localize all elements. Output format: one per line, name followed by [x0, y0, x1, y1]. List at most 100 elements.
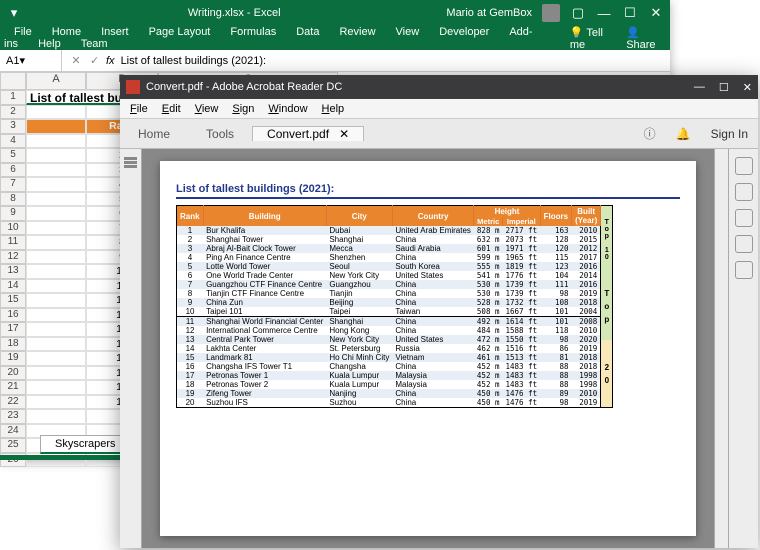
- menu-file[interactable]: File: [124, 103, 154, 115]
- minimize-icon[interactable]: —: [596, 6, 612, 21]
- tool-icon[interactable]: [735, 183, 753, 201]
- share-button[interactable]: 👤 Share: [626, 26, 666, 51]
- cell[interactable]: [26, 380, 86, 395]
- sign-in-button[interactable]: Sign In: [701, 127, 758, 141]
- row-header[interactable]: 4: [0, 134, 26, 149]
- acrobat-scrollbar[interactable]: [714, 149, 728, 548]
- table-row: 9China ZunBeijingChina528 m1732 ft108201…: [177, 298, 601, 307]
- row-header[interactable]: 23: [0, 409, 26, 424]
- ribbon-tab-page-layout[interactable]: Page Layout: [139, 23, 221, 41]
- cell: Suzhou: [326, 398, 392, 408]
- row-header[interactable]: 17: [0, 322, 26, 337]
- tool-icon[interactable]: [735, 235, 753, 253]
- cell[interactable]: [26, 148, 86, 163]
- row-header[interactable]: 10: [0, 221, 26, 236]
- excel-menu-icon[interactable]: ▾: [6, 5, 22, 21]
- row-header[interactable]: 9: [0, 206, 26, 221]
- cell: Shanghai: [326, 235, 392, 244]
- cell[interactable]: [26, 250, 86, 265]
- row-header[interactable]: 21: [0, 380, 26, 395]
- cell[interactable]: [26, 308, 86, 323]
- close-icon[interactable]: ✕: [743, 81, 752, 94]
- row-header[interactable]: 25: [0, 438, 26, 453]
- cell[interactable]: [26, 293, 86, 308]
- ribbon-tab-view[interactable]: View: [386, 23, 430, 41]
- fx-icon[interactable]: fx: [106, 55, 115, 67]
- cancel-icon[interactable]: ✕: [62, 54, 90, 67]
- row-header[interactable]: 12: [0, 250, 26, 265]
- acrobat-nav-pane[interactable]: [120, 149, 142, 548]
- row-header[interactable]: 14: [0, 279, 26, 294]
- cell[interactable]: [26, 395, 86, 410]
- sheet-tab[interactable]: Skyscrapers: [40, 435, 131, 454]
- maximize-icon[interactable]: ☐: [622, 5, 638, 21]
- tool-icon[interactable]: [735, 261, 753, 279]
- tool-icon[interactable]: [735, 209, 753, 227]
- row-header[interactable]: 16: [0, 308, 26, 323]
- acrobat-tools-pane[interactable]: [728, 149, 758, 548]
- menu-help[interactable]: Help: [316, 103, 351, 115]
- nav-toggle-icon[interactable]: [124, 157, 137, 160]
- ribbon-tab-formulas[interactable]: Formulas: [220, 23, 286, 41]
- bell-icon[interactable]: 🔔: [666, 127, 701, 141]
- minimize-icon[interactable]: —: [694, 81, 705, 94]
- menu-sign[interactable]: Sign: [226, 103, 260, 115]
- menu-window[interactable]: Window: [262, 103, 313, 115]
- row-header[interactable]: 18: [0, 337, 26, 352]
- cell[interactable]: [26, 351, 86, 366]
- cell[interactable]: [26, 235, 86, 250]
- tab-tools[interactable]: Tools: [188, 119, 252, 148]
- tab-document[interactable]: Convert.pdf ✕: [252, 126, 364, 141]
- row-header[interactable]: 24: [0, 424, 26, 439]
- row-header[interactable]: 6: [0, 163, 26, 178]
- row-header[interactable]: 19: [0, 351, 26, 366]
- row-header[interactable]: 3: [0, 119, 26, 134]
- cell[interactable]: [26, 163, 86, 178]
- cell[interactable]: [26, 177, 86, 192]
- row-header[interactable]: 22: [0, 395, 26, 410]
- menu-edit[interactable]: Edit: [156, 103, 187, 115]
- col-header[interactable]: A: [26, 72, 86, 90]
- row-header[interactable]: 20: [0, 366, 26, 381]
- cell[interactable]: [26, 264, 86, 279]
- cell[interactable]: [26, 409, 86, 424]
- close-icon[interactable]: ✕: [648, 5, 664, 21]
- tab-home[interactable]: Home: [120, 119, 188, 148]
- cell[interactable]: [26, 119, 86, 134]
- enter-icon[interactable]: ✓: [90, 54, 100, 67]
- tell-me[interactable]: 💡 Tell me: [570, 26, 614, 51]
- cell[interactable]: [26, 206, 86, 221]
- menu-view[interactable]: View: [189, 103, 225, 115]
- excel-ribbon-opts-icon[interactable]: ▢: [570, 5, 586, 21]
- row-header[interactable]: 5: [0, 148, 26, 163]
- cell[interactable]: [26, 221, 86, 236]
- select-all-corner[interactable]: [0, 72, 26, 90]
- help-icon[interactable]: ⓘ: [634, 125, 666, 142]
- ribbon-tab-data[interactable]: Data: [286, 23, 329, 41]
- avatar-icon[interactable]: [542, 4, 560, 22]
- row-header[interactable]: 13: [0, 264, 26, 279]
- maximize-icon[interactable]: ☐: [719, 81, 729, 94]
- ribbon-tab-developer[interactable]: Developer: [429, 23, 499, 41]
- cell[interactable]: [26, 322, 86, 337]
- cell[interactable]: [26, 134, 86, 149]
- cell[interactable]: [26, 105, 86, 120]
- row-header[interactable]: 1: [0, 90, 26, 105]
- tab-close-icon[interactable]: ✕: [339, 127, 349, 141]
- row-header[interactable]: 2: [0, 105, 26, 120]
- ribbon-tab-review[interactable]: Review: [329, 23, 385, 41]
- row-header[interactable]: 7: [0, 177, 26, 192]
- row-header[interactable]: 15: [0, 293, 26, 308]
- row-header[interactable]: 11: [0, 235, 26, 250]
- cell[interactable]: [26, 366, 86, 381]
- cell[interactable]: [26, 337, 86, 352]
- formula-input[interactable]: List of tallest buildings (2021):: [121, 55, 267, 67]
- tool-icon[interactable]: [735, 157, 753, 175]
- cell[interactable]: [26, 279, 86, 294]
- row-header[interactable]: 8: [0, 192, 26, 207]
- ribbon-tab-team[interactable]: Team: [71, 35, 118, 53]
- cell[interactable]: [26, 192, 86, 207]
- name-box[interactable]: A1 ▾: [0, 50, 62, 71]
- cell: 452 m: [474, 380, 503, 389]
- acrobat-titlebar[interactable]: Convert.pdf - Adobe Acrobat Reader DC — …: [120, 75, 758, 99]
